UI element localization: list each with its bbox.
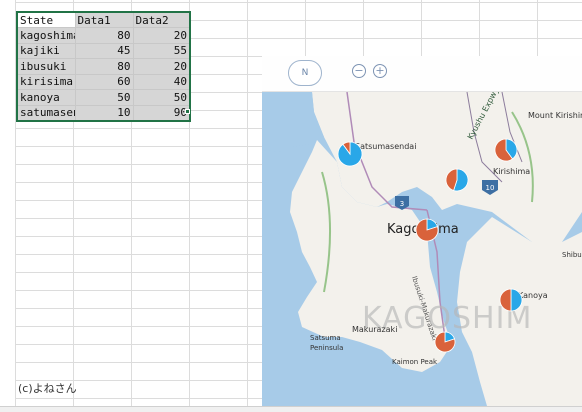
label-satsumasendai: Satsumasendai xyxy=(355,142,416,151)
cell-data1[interactable]: 50 xyxy=(74,89,134,106)
cell-state[interactable]: kirisima xyxy=(16,73,76,90)
cell-state[interactable]: kagoshima xyxy=(16,27,76,44)
cell-data2[interactable]: 20 xyxy=(132,58,191,75)
cell-data1[interactable]: 45 xyxy=(74,42,134,59)
table-row: kagoshima 80 20 xyxy=(16,27,191,44)
svg-text:3: 3 xyxy=(400,200,404,208)
map-canvas[interactable]: 3 10 Kyushu Expwy Ibusuki-Makurazaki KAG… xyxy=(262,92,582,406)
svg-text:10: 10 xyxy=(486,184,495,192)
label-mount-kirishima: Mount Kirishima xyxy=(528,111,582,120)
label-kaimon-peak: Kaimon Peak xyxy=(392,358,438,366)
cell-data1[interactable]: 10 xyxy=(74,104,134,121)
cell-data2[interactable]: 50 xyxy=(132,89,191,106)
table-row: ibusuki 80 20 xyxy=(16,58,191,75)
label-peninsula: Peninsula xyxy=(310,344,343,352)
compass-label: N xyxy=(301,68,309,78)
map-navigation-compass[interactable]: N xyxy=(288,60,322,86)
header-state[interactable]: State xyxy=(16,11,76,28)
table-header-row: State Data1 Data2 xyxy=(16,11,191,28)
table-row: kirisima 60 40 xyxy=(16,73,191,90)
cell-data2[interactable]: 20 xyxy=(132,27,191,44)
cell-data1[interactable]: 80 xyxy=(74,58,134,75)
pie-marker-kirisima[interactable] xyxy=(494,138,518,162)
label-shibu: Shibu xyxy=(562,251,582,259)
pie-marker-kanoya[interactable] xyxy=(499,288,523,312)
label-kirishima: Kirishima xyxy=(493,167,530,176)
label-kanoya: Kanoya xyxy=(518,291,548,300)
header-data2[interactable]: Data2 xyxy=(132,11,191,28)
cell-data2[interactable]: 90 xyxy=(132,104,191,121)
cell-state[interactable]: ibusuki xyxy=(16,58,76,75)
label-makurazaki: Makurazaki xyxy=(352,325,397,334)
data-table: State Data1 Data2 kagoshima 80 20 kajiki… xyxy=(16,11,191,122)
table-row: satumasendai 10 90 xyxy=(16,104,191,121)
cell-state[interactable]: satumasendai xyxy=(16,104,76,121)
pie-marker-ibusuki[interactable] xyxy=(434,331,456,353)
cell-data2[interactable]: 55 xyxy=(132,42,191,59)
zoom-in-button[interactable]: + xyxy=(373,64,387,78)
fill-handle[interactable] xyxy=(185,109,190,114)
cell-data1[interactable]: 60 xyxy=(74,73,134,90)
horizontal-scrollbar[interactable] xyxy=(0,406,582,412)
copyright-text: (c)よねさん xyxy=(18,382,77,395)
cell-state[interactable]: kajiki xyxy=(16,42,76,59)
cell-state[interactable]: kanoya xyxy=(16,89,76,106)
cell-data2[interactable]: 40 xyxy=(132,73,191,90)
cell-data1[interactable]: 80 xyxy=(74,27,134,44)
zoom-out-button[interactable]: − xyxy=(352,64,366,78)
table-row: kanoya 50 50 xyxy=(16,89,191,106)
header-data1[interactable]: Data1 xyxy=(74,11,134,28)
table-row: kajiki 45 55 xyxy=(16,42,191,59)
pie-marker-kajiki[interactable] xyxy=(445,168,469,192)
pie-marker-kagoshima[interactable] xyxy=(415,218,439,242)
label-satsuma: Satsuma xyxy=(310,334,341,342)
pie-marker-satumasendai[interactable] xyxy=(337,141,363,167)
